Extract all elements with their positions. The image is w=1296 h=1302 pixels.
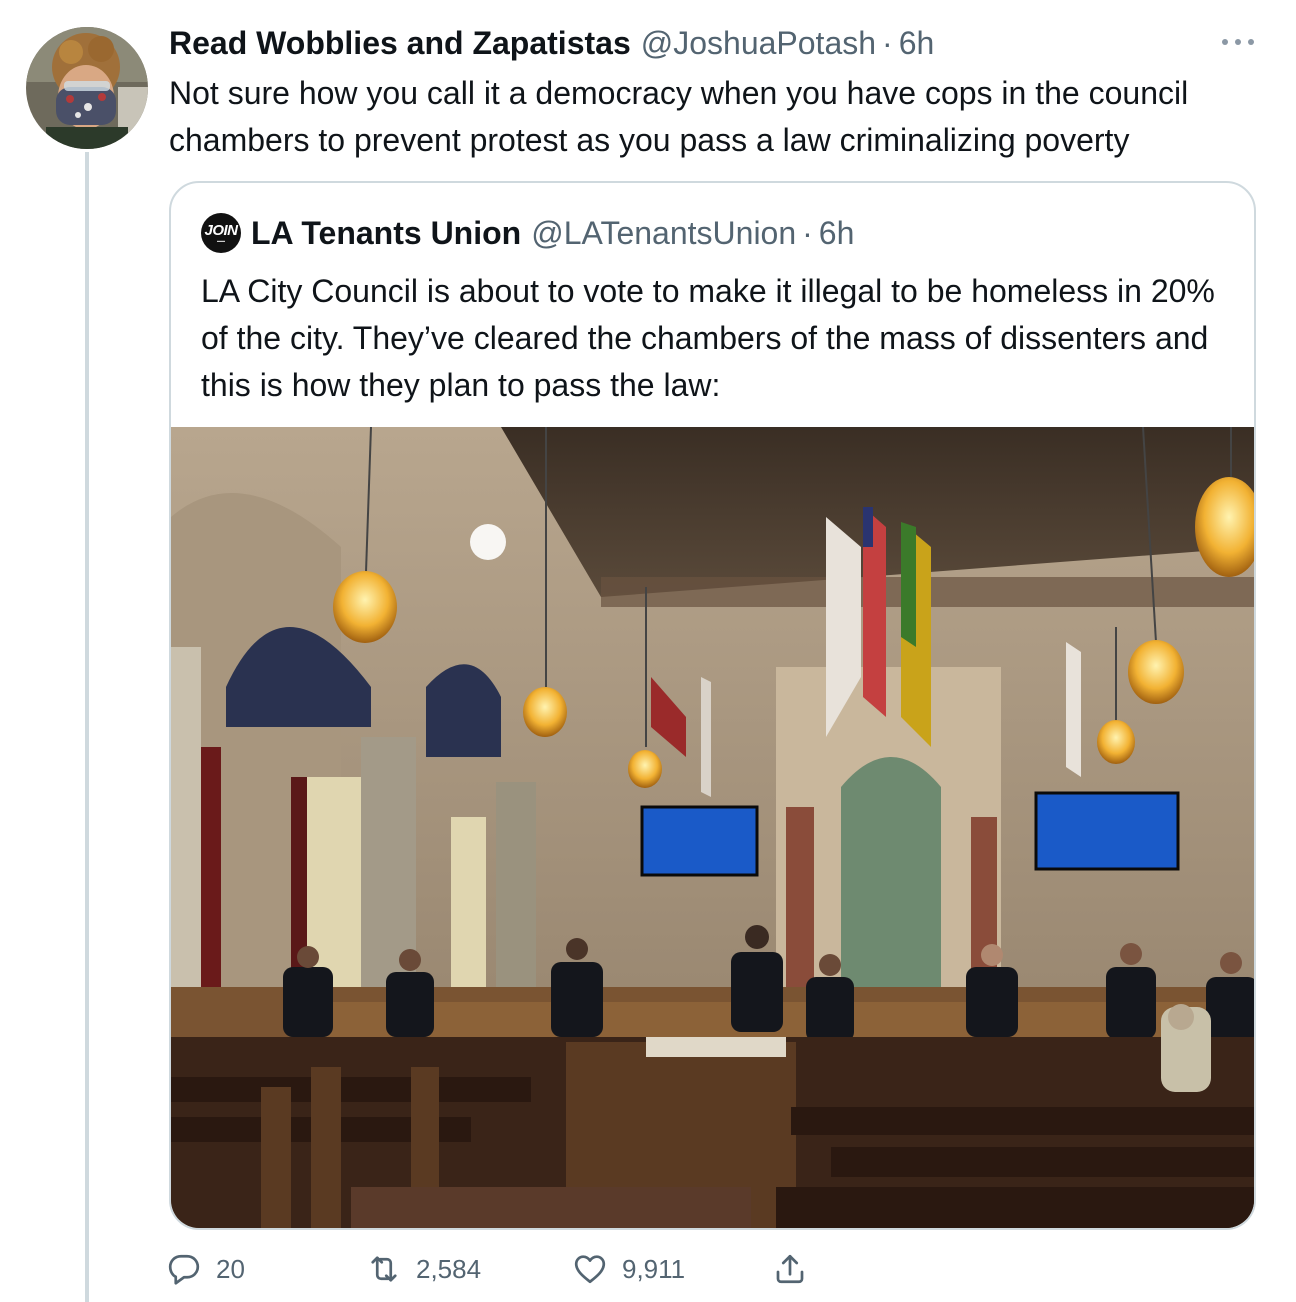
display-name[interactable]: Read Wobblies and Zapatistas	[169, 25, 631, 62]
quoted-display-name: LA Tenants Union	[251, 214, 522, 251]
quoted-tweet-header: JOIN ▬▬ LA Tenants Union @LATenantsUnion…	[201, 211, 854, 255]
council-chamber-photo[interactable]	[171, 427, 1254, 1228]
reply-button[interactable]: 20	[166, 1246, 245, 1292]
quoted-timestamp: 6h	[818, 214, 855, 251]
tweet-text: Not sure how you call it a democracy whe…	[169, 75, 1189, 158]
retweet-button[interactable]: 2,584	[366, 1246, 481, 1292]
reply-count: 20	[216, 1253, 245, 1284]
timestamp[interactable]: 6h	[899, 25, 935, 62]
tweet-header: Read Wobblies and Zapatistas @JoshuaPota…	[169, 22, 934, 64]
share-button[interactable]	[772, 1246, 822, 1292]
share-icon	[776, 1254, 804, 1284]
tweet-actions: 20 2,584 9,911	[166, 1246, 866, 1292]
quoted-separator-dot: ·	[802, 214, 813, 251]
separator-dot: ·	[882, 24, 893, 61]
like-button[interactable]: 9,911	[572, 1246, 685, 1292]
quoted-handle: @LATenantsUnion	[531, 214, 797, 251]
quoted-tweet-text: LA City Council is about to vote to make…	[201, 273, 1215, 403]
quoted-avatar: JOIN ▬▬	[201, 213, 241, 253]
quoted-avatar-logo: JOIN	[204, 222, 238, 239]
retweet-count: 2,584	[416, 1253, 482, 1284]
handle[interactable]: @JoshuaPotash	[641, 25, 876, 62]
retweet-icon	[371, 1256, 397, 1282]
heart-icon	[574, 1255, 606, 1284]
more-horizontal-icon[interactable]	[1222, 30, 1254, 54]
reply-icon	[168, 1254, 200, 1285]
like-count: 9,911	[622, 1253, 686, 1284]
thread-line	[85, 152, 89, 1302]
quoted-tweet[interactable]: JOIN ▬▬ LA Tenants Union @LATenantsUnion…	[169, 181, 1256, 1230]
quoted-avatar-subtext: ▬▬	[217, 238, 225, 243]
avatar[interactable]	[26, 27, 148, 149]
